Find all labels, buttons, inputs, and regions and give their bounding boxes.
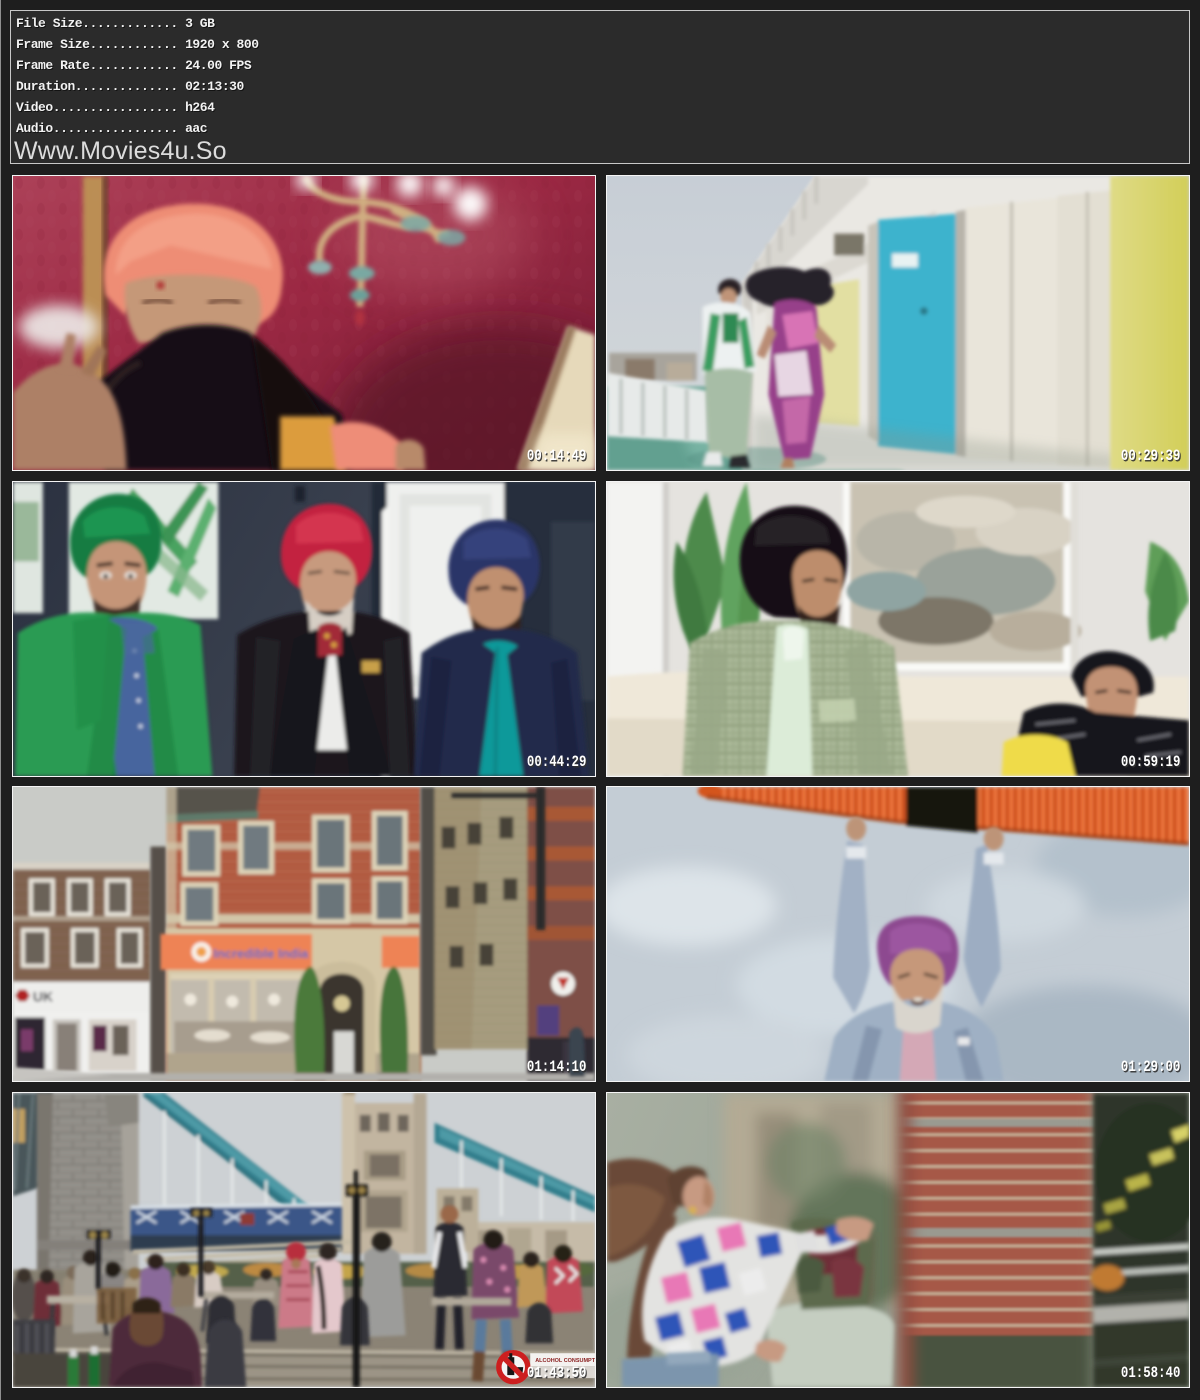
svg-text:UK: UK bbox=[33, 989, 53, 1005]
svg-text:Incredible India: Incredible India bbox=[213, 946, 309, 961]
